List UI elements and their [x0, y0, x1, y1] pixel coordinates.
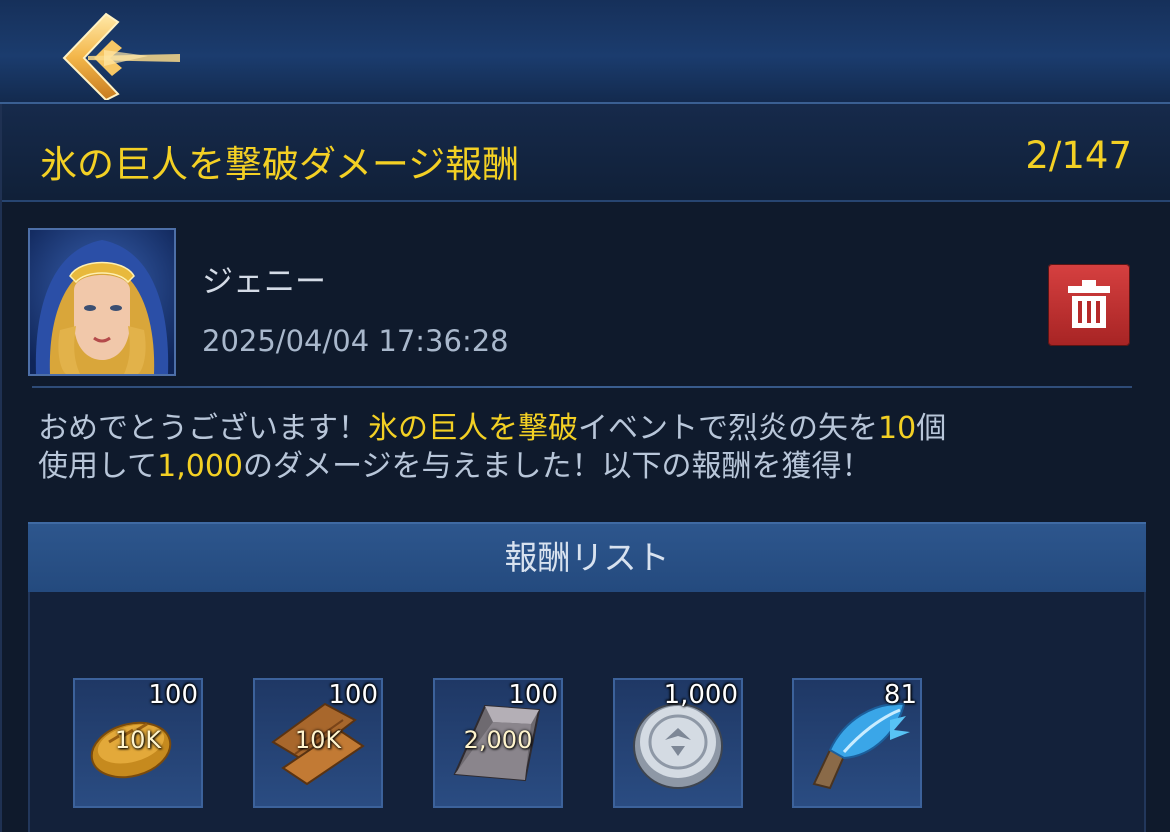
mail-title: 氷の巨人を撃破ダメージ報酬	[40, 143, 520, 186]
reward-amount: 2,000	[463, 726, 533, 754]
reward-quantity: 81	[883, 680, 917, 710]
message-text: 個	[916, 411, 947, 446]
message-text: イベントで烈炎の矢を	[578, 411, 878, 446]
sender-name: ジェニー	[202, 264, 326, 300]
reward-quantity: 1,000	[663, 680, 738, 710]
message-text: のダメージを与えました！以下の報酬を獲得！	[243, 449, 872, 484]
message-arrow-count: 10	[878, 411, 917, 446]
reward-item-blue-feather[interactable]: 81	[792, 678, 922, 808]
reward-item-silver-coin[interactable]: 1,000	[613, 678, 743, 808]
reward-quantity: 100	[328, 680, 378, 710]
mail-panel: 氷の巨人を撃破ダメージ報酬 2/147 ジェニー 2025/04/04 17:3…	[0, 104, 1170, 832]
reward-quantity: 100	[148, 680, 198, 710]
delete-button[interactable]	[1048, 264, 1130, 346]
mail-message: おめでとうございます！氷の巨人を撃破イベントで烈炎の矢を10個使用して1,000…	[38, 410, 1148, 486]
sender-avatar	[28, 228, 176, 376]
message-text: おめでとうございます！	[38, 411, 368, 446]
rewards-header: 報酬リスト	[28, 522, 1146, 592]
message-damage: 1,000	[157, 449, 243, 484]
trash-icon	[1068, 280, 1110, 328]
reward-item-wood[interactable]: 100 10K	[253, 678, 383, 808]
reward-amount: 10K	[294, 726, 342, 754]
winged-back-chevron-icon	[62, 12, 180, 102]
back-button[interactable]	[48, 10, 188, 102]
reward-item-bread[interactable]: 100 10K	[73, 678, 203, 808]
rewards-title: 報酬リスト	[504, 538, 670, 577]
message-text: 使用して	[38, 449, 158, 484]
reward-amount: 10K	[114, 726, 162, 754]
reward-item-iron[interactable]: 100 2,000	[433, 678, 563, 808]
top-bar	[0, 0, 1170, 104]
message-event-name: 氷の巨人を撃破	[368, 411, 578, 446]
mail-timestamp: 2025/04/04 17:36:28	[202, 324, 509, 358]
mail-counter: 2/147	[1025, 134, 1132, 177]
hooded-heroine-portrait-icon	[30, 230, 174, 374]
reward-quantity: 100	[508, 680, 558, 710]
mail-title-bar: 氷の巨人を撃破ダメージ報酬 2/147	[2, 104, 1170, 202]
divider	[32, 386, 1132, 388]
